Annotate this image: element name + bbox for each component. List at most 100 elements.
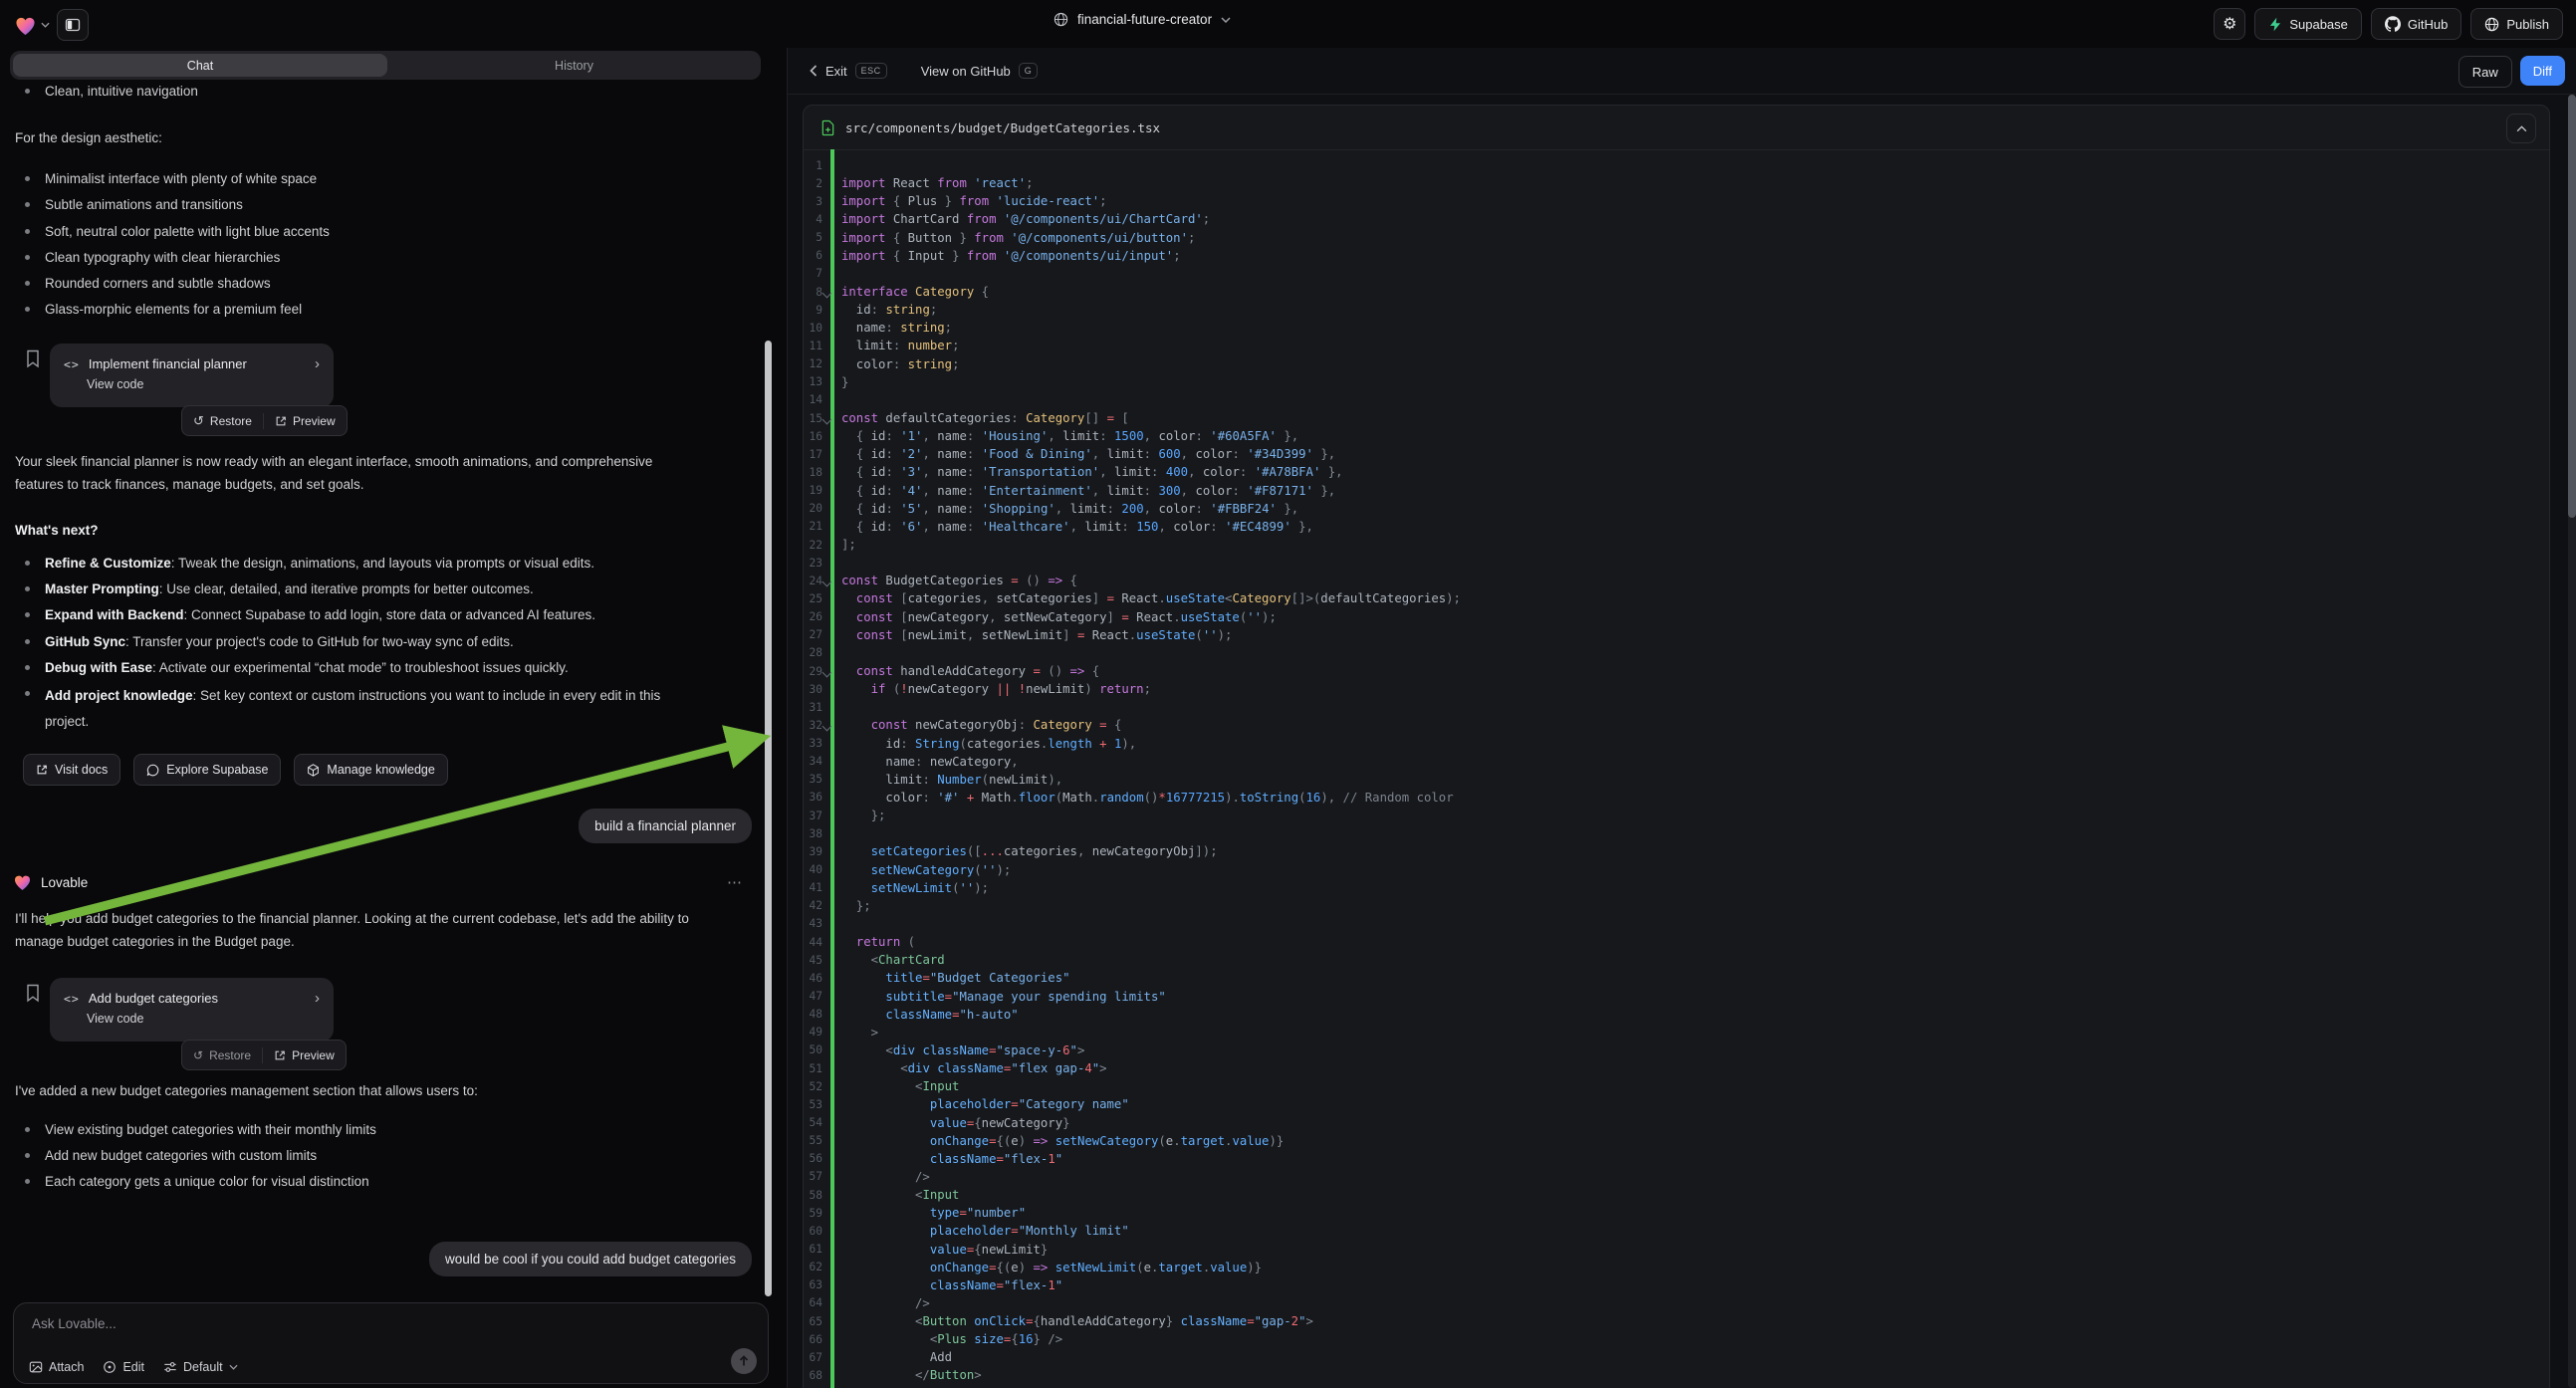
code-line: 1 xyxy=(804,156,2549,174)
mode-select[interactable]: Default xyxy=(163,1360,238,1374)
package-icon xyxy=(307,764,320,777)
version-card-implement-financial-planner[interactable]: <> Implement financial planner › View co… xyxy=(50,344,334,407)
publish-button[interactable]: Publish xyxy=(2470,8,2563,40)
code-line: 2import React from 'react'; xyxy=(804,174,2549,192)
list-item: Expand with Backend: Connect Supabase to… xyxy=(45,604,702,626)
panel-icon xyxy=(65,17,81,33)
line-number: 60 xyxy=(804,1225,822,1238)
line-number: 5 xyxy=(804,231,822,244)
line-number: 45 xyxy=(804,954,822,967)
chat-composer: Attach Edit Default xyxy=(13,1302,769,1384)
top-bar: financial-future-creator ⚙ Supabase GitH… xyxy=(0,0,2576,48)
line-number: 7 xyxy=(804,267,822,280)
line-number: 48 xyxy=(804,1008,822,1021)
line-number: 11 xyxy=(804,340,822,352)
code-line: 21 { id: '6', name: 'Healthcare', limit:… xyxy=(804,518,2549,536)
tab-history[interactable]: History xyxy=(390,54,758,77)
line-number: 53 xyxy=(804,1098,822,1111)
list-item: Soft, neutral color palette with light b… xyxy=(45,221,330,243)
code-scrollbar-thumb[interactable] xyxy=(2568,95,2576,518)
assistant-message: Your sleek financial planner is now read… xyxy=(15,450,702,496)
line-number: 19 xyxy=(804,484,822,497)
manage-knowledge-button[interactable]: Manage knowledge xyxy=(294,754,447,786)
chevron-right-icon: › xyxy=(315,990,320,1007)
line-number: 50 xyxy=(804,1043,822,1056)
supabase-button[interactable]: Supabase xyxy=(2254,8,2362,40)
fold-chevron-icon[interactable] xyxy=(822,289,832,299)
restore-button[interactable]: ↺ Restore xyxy=(182,406,263,435)
settings-button[interactable]: ⚙ xyxy=(2214,8,2245,40)
fold-chevron-icon[interactable] xyxy=(822,415,832,425)
preview-button[interactable]: Preview xyxy=(263,1041,346,1069)
assistant-header: Lovable xyxy=(13,873,88,891)
project-name: financial-future-creator xyxy=(1077,12,1212,27)
code-line: 16 { id: '1', name: 'Housing', limit: 15… xyxy=(804,427,2549,445)
line-number: 12 xyxy=(804,357,822,370)
bookmark-icon[interactable] xyxy=(25,984,41,1003)
bullet-dot xyxy=(25,1153,30,1158)
bookmark-icon[interactable] xyxy=(25,349,41,368)
tab-chat[interactable]: Chat xyxy=(13,54,387,77)
line-number: 32 xyxy=(804,719,822,732)
list-item: Rounded corners and subtle shadows xyxy=(45,273,271,295)
code-line: 59 type="number" xyxy=(804,1204,2549,1222)
bullet-dot xyxy=(25,176,30,181)
chat-input[interactable] xyxy=(30,1315,631,1332)
fold-chevron-icon[interactable] xyxy=(822,578,832,587)
preview-button[interactable]: Preview xyxy=(264,406,347,435)
code-line: 38 xyxy=(804,824,2549,842)
view-code-link[interactable]: View code xyxy=(50,372,334,391)
restore-preview-pill: ↺ Restore Preview xyxy=(181,405,348,436)
raw-toggle-button[interactable]: Raw xyxy=(2459,56,2512,88)
bullet-dot xyxy=(25,89,30,94)
line-number: 9 xyxy=(804,304,822,317)
line-number: 13 xyxy=(804,375,822,388)
code-line: 57 /> xyxy=(804,1168,2549,1186)
project-switcher[interactable]: financial-future-creator xyxy=(1054,12,1231,27)
code-line: 27 const [newLimit, setNewLimit] = React… xyxy=(804,626,2549,644)
code-line: 58 <Input xyxy=(804,1186,2549,1204)
list-item: View existing budget categories with the… xyxy=(45,1119,376,1141)
github-button[interactable]: GitHub xyxy=(2371,8,2461,40)
attach-button[interactable]: Attach xyxy=(29,1360,84,1374)
code-line: 34 name: newCategory, xyxy=(804,753,2549,771)
view-code-link[interactable]: View code xyxy=(50,1007,334,1026)
quick-actions-row: Visit docs Explore Supabase Manage knowl… xyxy=(23,754,448,786)
code-line: 47 subtitle="Manage your spending limits… xyxy=(804,987,2549,1005)
fold-chevron-icon[interactable] xyxy=(822,667,832,677)
list-item: Master Prompting: Use clear, detailed, a… xyxy=(45,578,702,600)
exit-button[interactable]: Exit ESC xyxy=(810,63,887,79)
line-number: 24 xyxy=(804,575,822,587)
list-item: Clean typography with clear hierarchies xyxy=(45,247,280,269)
restore-button[interactable]: ↺ Restore xyxy=(182,1041,262,1069)
line-number: 44 xyxy=(804,936,822,949)
version-card-add-budget-categories[interactable]: <> Add budget categories › View code xyxy=(50,978,334,1041)
view-on-github-button[interactable]: View on GitHub G xyxy=(921,63,1039,79)
code-line: 39 setCategories([...categories, newCate… xyxy=(804,842,2549,860)
send-button[interactable] xyxy=(731,1348,757,1374)
line-number: 22 xyxy=(804,539,822,552)
chat-scrollbar-thumb[interactable] xyxy=(765,341,772,1296)
lovable-logo-menu[interactable] xyxy=(14,15,50,36)
message-more-button[interactable]: ⋯ xyxy=(727,873,743,891)
visit-docs-button[interactable]: Visit docs xyxy=(23,754,120,786)
code-line: 14 xyxy=(804,391,2549,409)
code-line: 8interface Category { xyxy=(804,283,2549,301)
code-line: 30 if (!newCategory || !newLimit) return… xyxy=(804,680,2549,698)
bullet-dot xyxy=(25,307,30,312)
explore-supabase-button[interactable]: Explore Supabase xyxy=(133,754,281,786)
file-header[interactable]: src/components/budget/BudgetCategories.t… xyxy=(804,106,2549,150)
line-number: 34 xyxy=(804,755,822,768)
code-line: 51 <div className="flex gap-4"> xyxy=(804,1059,2549,1077)
line-number: 26 xyxy=(804,610,822,623)
edit-mode-button[interactable]: Edit xyxy=(103,1360,144,1374)
esc-kbd: ESC xyxy=(855,63,887,79)
sidebar-toggle-button[interactable] xyxy=(57,9,89,41)
code-line: 37 }; xyxy=(804,807,2549,824)
code-line: 18 { id: '3', name: 'Transportation', li… xyxy=(804,463,2549,481)
lovable-app: financial-future-creator ⚙ Supabase GitH… xyxy=(0,0,2576,1388)
collapse-file-button[interactable] xyxy=(2506,114,2536,143)
line-number: 41 xyxy=(804,881,822,894)
fold-chevron-icon[interactable] xyxy=(822,722,832,732)
diff-toggle-button[interactable]: Diff xyxy=(2520,56,2565,86)
